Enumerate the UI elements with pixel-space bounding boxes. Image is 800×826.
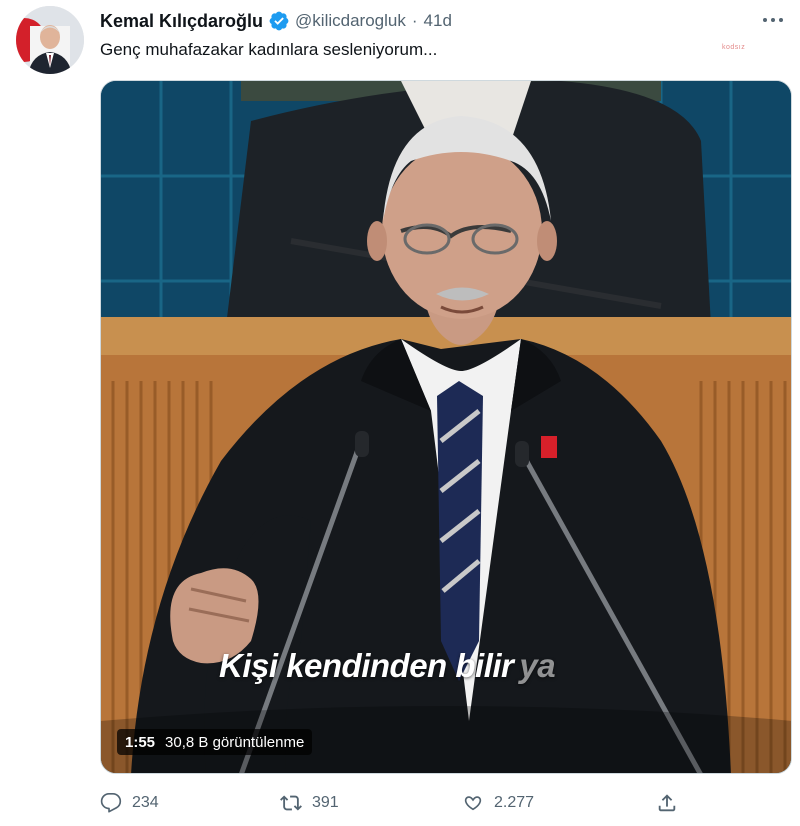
heart-icon bbox=[464, 796, 482, 811]
like-button[interactable]: 2.277 bbox=[462, 790, 534, 816]
video-caption: Kişi kendinden bilir ya bbox=[219, 647, 556, 685]
reply-count: 234 bbox=[132, 794, 159, 811]
watermark: kodsız bbox=[722, 44, 746, 51]
reply-button[interactable]: 234 bbox=[100, 790, 159, 816]
video-view-count: 30,8 B görüntülenme bbox=[165, 733, 305, 751]
verified-badge-icon bbox=[268, 10, 290, 32]
author-handle[interactable]: @kilicdarogluk bbox=[295, 11, 406, 31]
share-button[interactable] bbox=[656, 790, 688, 816]
author-name[interactable]: Kemal Kılıçdaroğlu bbox=[100, 11, 263, 32]
video-duration: 1:55 bbox=[125, 733, 156, 751]
more-options-icon[interactable] bbox=[760, 10, 786, 30]
tweet-text: Genç muhafazakar kadınlara sesleniyorum.… bbox=[100, 40, 438, 59]
share-icon bbox=[658, 794, 676, 812]
tweet-actions: 234 391 2.277 bbox=[100, 790, 700, 816]
retweet-icon bbox=[280, 795, 302, 811]
like-count: 2.277 bbox=[494, 794, 535, 811]
video-caption-main: Kişi kendinden bilir bbox=[219, 647, 514, 684]
author-avatar[interactable] bbox=[16, 6, 84, 74]
tweet-timestamp[interactable]: 41d bbox=[424, 11, 452, 31]
tweet-header: Kemal Kılıçdaroğlu @kilicdarogluk · 41d bbox=[100, 8, 452, 34]
retweet-count: 391 bbox=[312, 794, 339, 811]
video-player[interactable]: Kişi kendinden bilir ya 1:55 30,8 B görün… bbox=[100, 80, 792, 774]
retweet-button[interactable]: 391 bbox=[280, 790, 339, 816]
video-caption-fade: ya bbox=[519, 647, 556, 684]
separator-dot: · bbox=[411, 11, 418, 30]
reply-icon bbox=[100, 793, 122, 813]
video-info-pill: 1:55 30,8 B görüntülenme bbox=[117, 729, 313, 755]
